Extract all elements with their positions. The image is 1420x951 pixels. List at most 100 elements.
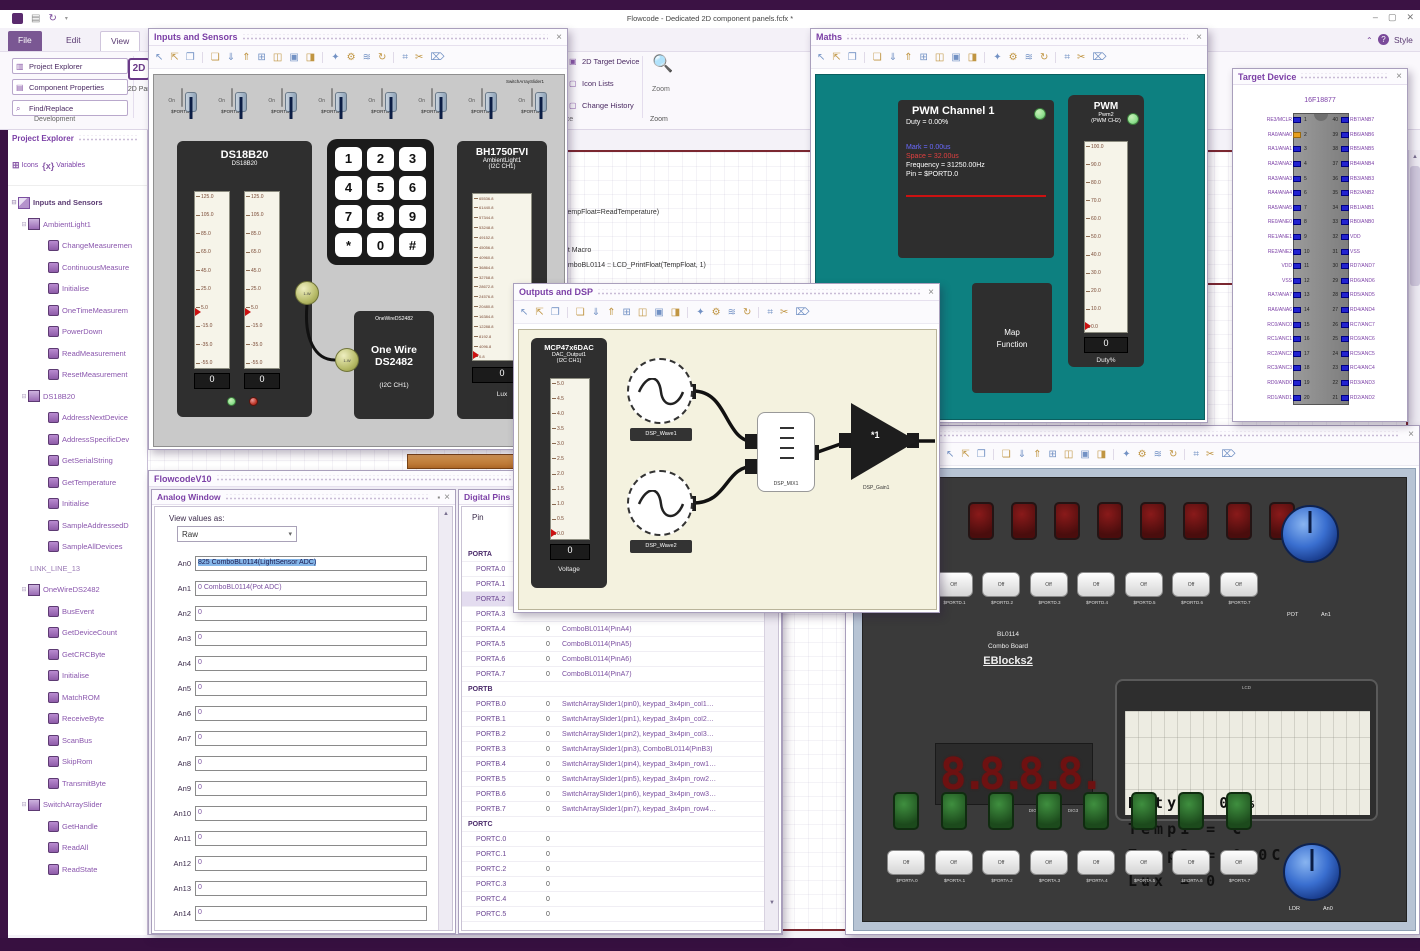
chip-pin[interactable]: 27 RD4/AND4 bbox=[1329, 303, 1409, 318]
toolbar-icon[interactable]: ❏ bbox=[201, 51, 220, 63]
chip-pin[interactable]: RD0/AND0 19 bbox=[1233, 376, 1313, 391]
explorer-tool-button[interactable]: ⊞ Icons bbox=[12, 160, 38, 171]
toolbar-icon[interactable]: ⚙ bbox=[1138, 449, 1147, 460]
chip-pin[interactable]: RA5/ANA5 7 bbox=[1233, 201, 1313, 216]
zoom-button-label[interactable]: Zoom bbox=[652, 86, 670, 93]
chip-pin[interactable]: 31 VSS bbox=[1329, 244, 1409, 259]
tree-item[interactable]: ⊟ AddressNextDevice bbox=[8, 407, 148, 429]
dsp-mix-block[interactable]: DSP_MIX1 bbox=[757, 412, 815, 492]
pin-icon[interactable]: ▪ bbox=[437, 493, 440, 502]
project-explorer-button[interactable]: ▥ Project Explorer bbox=[12, 58, 128, 74]
chip-pin[interactable]: VDD 11 bbox=[1233, 259, 1313, 274]
toolbar-icon[interactable]: ❐ bbox=[551, 307, 560, 318]
port-switch[interactable]: Off $PORTD.1 bbox=[934, 572, 975, 605]
channel-value-field[interactable]: 0 bbox=[195, 681, 427, 696]
toolbar-icon[interactable]: ⚙ bbox=[347, 52, 356, 63]
toolbar-icon[interactable]: ✂ bbox=[415, 52, 423, 63]
pwm-channel-block[interactable]: PWM Channel 1 Duty = 0.00% Mark = 0.00us… bbox=[898, 100, 1054, 258]
tree-item[interactable]: ⊟ ScanBus bbox=[8, 730, 148, 752]
toolbar-icon[interactable]: ⇱ bbox=[170, 52, 178, 63]
chip-pin[interactable]: 34 RB1/ANB1 bbox=[1329, 201, 1409, 216]
tree-item[interactable]: ⊟ Initialise bbox=[8, 665, 148, 687]
chip-pin[interactable]: RA6/ANA6 14 bbox=[1233, 303, 1313, 318]
tree-item[interactable]: ⊟ DS18B20 bbox=[8, 386, 148, 408]
toolbar-icon[interactable]: ❏ bbox=[566, 306, 585, 318]
tree-item[interactable]: ⊟ Initialise bbox=[8, 493, 148, 515]
tree-item[interactable]: ⊟ OneWireDS2482 bbox=[8, 579, 148, 601]
toolbar-icon[interactable]: ⌦ bbox=[795, 307, 809, 318]
close-button[interactable]: ✕ bbox=[1406, 12, 1414, 23]
channel-value-field[interactable]: 0 bbox=[195, 881, 427, 896]
expander-icon[interactable]: ⊟ bbox=[20, 586, 28, 593]
tree-item[interactable]: ⊟ BusEvent bbox=[8, 601, 148, 623]
toolbar-icon[interactable]: ❐ bbox=[186, 52, 195, 63]
toolbar-icon[interactable]: ◫ bbox=[273, 52, 282, 63]
port-switch[interactable]: Off $PORTD.4 bbox=[1077, 572, 1117, 605]
chip-pin[interactable]: VSS 12 bbox=[1233, 274, 1313, 289]
chip-pin[interactable]: RC1/ANC1 16 bbox=[1233, 332, 1313, 347]
digital-pin-row[interactable]: PORTB.2 0 SwitchArraySlider1(pin2), keyp… bbox=[462, 727, 778, 742]
close-icon[interactable]: × bbox=[1408, 429, 1414, 440]
toolbar-icon[interactable]: ✦ bbox=[687, 306, 705, 318]
tree-item[interactable]: ⊟ Inputs and Sensors bbox=[8, 192, 148, 214]
view-item-icon-lists[interactable]: ▢ Icon Lists bbox=[569, 79, 614, 88]
channel-value-field[interactable]: 0 bbox=[195, 631, 427, 646]
tab-file[interactable]: File bbox=[8, 31, 42, 51]
scrollbar-thumb[interactable] bbox=[1410, 166, 1420, 286]
channel-value-field[interactable]: 0 bbox=[195, 856, 427, 871]
toolbar-icon[interactable]: ↻ bbox=[1169, 449, 1177, 460]
tree-item[interactable]: ⊟ ChangeMeasuremen bbox=[8, 235, 148, 257]
channel-value-field[interactable]: 0 ComboBL0114(Pot ADC) bbox=[195, 581, 427, 596]
toolbar-icon[interactable]: ◫ bbox=[935, 52, 944, 63]
outputs-canvas[interactable]: MCP47x6DAC DAC_Output1 (I2C CH1) 5.0 4.5 4… bbox=[518, 329, 937, 610]
toolbar-icon[interactable]: ▣ bbox=[654, 307, 663, 318]
toolbar-icon[interactable]: ⊞ bbox=[920, 52, 928, 63]
toolbar-icon[interactable]: ↖ bbox=[155, 52, 163, 63]
off-button[interactable]: Off bbox=[982, 850, 1020, 875]
scroll-down-icon[interactable]: ▼ bbox=[765, 896, 778, 910]
toolbar-icon[interactable]: ❐ bbox=[977, 449, 986, 460]
maximize-button[interactable]: ▢ bbox=[1388, 12, 1397, 23]
tab-style[interactable]: Style bbox=[1394, 35, 1413, 45]
port-switch[interactable]: Off $PORTD.2 bbox=[982, 572, 1022, 605]
toolbar-icon[interactable]: ≋ bbox=[1154, 449, 1162, 460]
potentiometer-knob[interactable] bbox=[1281, 505, 1339, 563]
toolbar-icon[interactable]: ▣ bbox=[289, 52, 298, 63]
view-item-change-history[interactable]: ▢ Change History bbox=[569, 101, 634, 110]
port-switch[interactable]: Off $PORTA.0 bbox=[887, 850, 927, 883]
toolbar-icon[interactable]: ◨ bbox=[671, 307, 680, 318]
channel-value-field[interactable]: 825 ComboBL0114(LightSensor ADC) bbox=[195, 556, 427, 571]
digital-pin-row[interactable]: PORTB.4 0 SwitchArraySlider1(pin4), keyp… bbox=[462, 757, 778, 772]
chip-pin[interactable]: RE0/ANE0 8 bbox=[1233, 215, 1313, 230]
close-icon[interactable]: × bbox=[444, 492, 450, 503]
onewire-connector[interactable]: 1-W bbox=[335, 348, 359, 372]
off-button[interactable]: Off bbox=[1219, 572, 1258, 597]
toolbar-icon[interactable]: ⇑ bbox=[1033, 449, 1041, 460]
digital-pin-row[interactable]: PORTC.4 0 bbox=[462, 892, 778, 907]
digital-pin-row[interactable]: PORTB.5 0 SwitchArraySlider1(pin5), keyp… bbox=[462, 772, 778, 787]
close-icon[interactable]: × bbox=[556, 32, 562, 43]
chip-pin[interactable]: RE2/ANE2 10 bbox=[1233, 244, 1313, 259]
toolbar-icon[interactable]: ❐ bbox=[848, 52, 857, 63]
port-switch[interactable]: Off $PORTA.7 bbox=[1219, 850, 1260, 883]
toolbar-icon[interactable]: ↻ bbox=[378, 52, 386, 63]
digital-pin-row[interactable]: PORTC.5 0 bbox=[462, 907, 778, 922]
port-switch[interactable]: Off $PORTD.6 bbox=[1172, 572, 1212, 605]
channel-value-field[interactable]: 0 bbox=[195, 906, 427, 921]
chip-pin[interactable]: RA4/ANA4 6 bbox=[1233, 186, 1313, 201]
dsp-wave-block[interactable] bbox=[627, 358, 693, 424]
off-button[interactable]: Off bbox=[1077, 850, 1115, 875]
toolbar-icon[interactable]: ◨ bbox=[1097, 449, 1106, 460]
tree-item[interactable]: ⊟ LINK_LINE_13 bbox=[8, 558, 148, 580]
tree-item[interactable]: ⊟ ReadAll bbox=[8, 837, 148, 859]
toolbar-icon[interactable]: ⌗ bbox=[1184, 448, 1199, 460]
toolbar-icon[interactable]: ⌦ bbox=[430, 52, 444, 63]
tree-item[interactable]: ⊟ SampleAddressedD bbox=[8, 515, 148, 537]
chip-pin[interactable]: 30 RD7/AND7 bbox=[1329, 259, 1409, 274]
toolbar-icon[interactable]: ▣ bbox=[951, 52, 960, 63]
toolbar-icon[interactable]: ⌗ bbox=[758, 306, 773, 318]
chip-pin[interactable]: 39 RB6/ANB6 bbox=[1329, 128, 1409, 143]
tree-item[interactable]: ⊟ GetDeviceCount bbox=[8, 622, 148, 644]
toolbar-icon[interactable]: ≋ bbox=[363, 52, 371, 63]
port-switch[interactable]: Off $PORTA.1 bbox=[934, 850, 975, 883]
